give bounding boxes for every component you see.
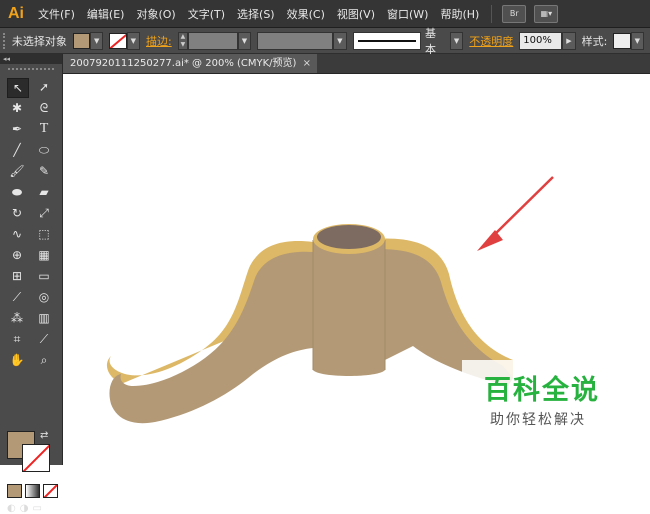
blob-brush-icon[interactable]: ⬬ bbox=[7, 183, 27, 201]
brush-profile-label: 基本 bbox=[425, 26, 437, 56]
rotate-icon[interactable]: ↻ bbox=[7, 204, 27, 222]
document-tab[interactable]: 2007920111250277.ai* @ 200% (CMYK/预览) × bbox=[62, 54, 317, 73]
swap-colors-icon[interactable]: ⇄ bbox=[40, 430, 48, 441]
menu-bar: Ai 文件(F) 编辑(E) 对象(O) 文字(T) 选择(S) 效果(C) 视… bbox=[0, 0, 650, 28]
panel-collapse-icon[interactable]: ◂◂ bbox=[0, 54, 62, 64]
style-label: 样式: bbox=[581, 34, 608, 48]
selection-status: 未选择对象 bbox=[11, 34, 67, 48]
stroke-label[interactable]: 描边: bbox=[146, 33, 172, 49]
menu-edit[interactable]: 编辑(E) bbox=[81, 6, 131, 22]
cylinder-body bbox=[313, 239, 385, 376]
scale-icon[interactable]: ⤢ bbox=[34, 204, 54, 222]
lasso-icon[interactable]: ᘓ bbox=[34, 99, 54, 117]
type-icon[interactable]: T bbox=[34, 120, 54, 138]
pen-icon[interactable]: ✒ bbox=[7, 120, 27, 138]
slice-icon[interactable]: ⟋ bbox=[34, 330, 54, 348]
screen-mode-icon[interactable]: ▭ bbox=[32, 503, 41, 514]
warp-icon[interactable]: ∿ bbox=[7, 225, 27, 243]
shape-builder-icon[interactable]: ⊕ bbox=[7, 246, 27, 264]
stroke-weight-stepper[interactable]: ▲ ▼ bbox=[177, 31, 189, 50]
bridge-button[interactable]: Br bbox=[502, 4, 527, 23]
gradient-icon[interactable]: ▭ bbox=[34, 267, 54, 285]
close-icon[interactable]: × bbox=[303, 54, 311, 73]
panel-grip[interactable] bbox=[8, 68, 54, 76]
watermark-subtitle: 助你轻松解决 bbox=[490, 412, 586, 428]
perspective-icon[interactable]: ▦ bbox=[34, 246, 54, 264]
line-icon[interactable]: ╱ bbox=[7, 141, 27, 159]
magic-wand-icon[interactable]: ✱ bbox=[7, 99, 27, 117]
control-bar: 未选择对象 ▼ ▼ 描边: ▲ ▼ ▼ ▼ 基本 ▼ 不透明度 100% ▶ 样式… bbox=[0, 26, 650, 56]
blend-icon[interactable]: ◎ bbox=[34, 288, 54, 306]
variable-width-dropdown[interactable]: ▼ bbox=[333, 31, 347, 50]
draw-mode-row: ◐ ◑ ▭ bbox=[7, 503, 42, 514]
app-logo: Ai bbox=[8, 4, 24, 22]
fill-dropdown[interactable]: ▼ bbox=[90, 31, 104, 50]
stroke-color-box[interactable] bbox=[22, 444, 50, 472]
menu-effect[interactable]: 效果(C) bbox=[281, 6, 331, 22]
pencil-icon[interactable]: ✎ bbox=[34, 162, 54, 180]
left-wing bbox=[109, 251, 313, 424]
symbol-sprayer-icon[interactable]: ⁂ bbox=[7, 309, 27, 327]
opacity-label[interactable]: 不透明度 bbox=[469, 33, 513, 49]
brush-definition-preview[interactable] bbox=[352, 31, 422, 50]
menu-object[interactable]: 对象(O) bbox=[130, 6, 181, 22]
color-mode-row bbox=[7, 484, 58, 498]
cylinder-cap bbox=[317, 225, 381, 249]
menu-view[interactable]: 视图(V) bbox=[331, 6, 381, 22]
watermark: 百科全说 助你轻松解决 bbox=[462, 360, 627, 440]
menu-divider bbox=[491, 4, 493, 23]
gradient-mode-icon[interactable] bbox=[25, 484, 40, 498]
draw-behind-icon[interactable]: ◑ bbox=[20, 503, 29, 514]
menu-file[interactable]: 文件(F) bbox=[32, 6, 81, 22]
hand-icon[interactable]: ✋ bbox=[7, 351, 27, 369]
graphic-style-swatch[interactable] bbox=[613, 32, 631, 49]
menu-select[interactable]: 选择(S) bbox=[231, 6, 281, 22]
ellipse-icon[interactable]: ⬭ bbox=[34, 141, 54, 159]
column-graph-icon[interactable]: ▥ bbox=[34, 309, 54, 327]
draw-normal-icon[interactable]: ◐ bbox=[7, 503, 16, 514]
arrange-documents-button[interactable]: ▦▾ bbox=[534, 4, 559, 23]
eyedropper-icon[interactable]: ⟋ bbox=[7, 288, 27, 306]
watermark-title: 百科全说 bbox=[484, 375, 600, 406]
opacity-dropdown[interactable]: ▶ bbox=[562, 31, 576, 50]
menu-help[interactable]: 帮助(H) bbox=[434, 6, 485, 22]
tools-panel: ◂◂ ↖ ➚ ✱ ᘓ ✒ T ╱ ⬭ 🖌 ✎ ⬬ ▰ ↻ ⤢ ∿ ⬚ ⊕ ▦ ⊞… bbox=[0, 54, 63, 514]
eraser-icon[interactable]: ▰ bbox=[34, 183, 54, 201]
menu-window[interactable]: 窗口(W) bbox=[381, 6, 434, 22]
fill-color-swatch[interactable] bbox=[72, 32, 91, 49]
opacity-input[interactable]: 100% bbox=[519, 31, 563, 50]
annotation-arrow-head bbox=[477, 230, 503, 251]
stroke-dropdown[interactable]: ▼ bbox=[126, 31, 140, 50]
free-transform-icon[interactable]: ⬚ bbox=[34, 225, 54, 243]
direct-selection-icon[interactable]: ➚ bbox=[34, 78, 54, 96]
graphic-style-dropdown[interactable]: ▼ bbox=[630, 31, 644, 50]
variable-width-field[interactable] bbox=[257, 31, 334, 50]
artboard-icon[interactable]: ⌗ bbox=[7, 330, 27, 348]
mesh-icon[interactable]: ⊞ bbox=[7, 267, 27, 285]
none-mode-icon[interactable] bbox=[43, 484, 58, 498]
paintbrush-icon[interactable]: 🖌 bbox=[7, 162, 27, 180]
stroke-color-swatch[interactable] bbox=[109, 32, 127, 49]
color-mode-icon[interactable] bbox=[7, 484, 22, 498]
annotation-arrow-shaft bbox=[490, 176, 554, 239]
selection-icon[interactable]: ↖ bbox=[7, 78, 29, 98]
stroke-weight-dropdown[interactable]: ▼ bbox=[237, 31, 252, 50]
control-bar-grip[interactable] bbox=[3, 32, 8, 49]
document-tab-title: 2007920111250277.ai* @ 200% (CMYK/预览) bbox=[70, 58, 297, 69]
zoom-icon[interactable]: ⌕ bbox=[34, 351, 54, 369]
document-tab-bar: 2007920111250277.ai* @ 200% (CMYK/预览) × bbox=[62, 54, 650, 74]
brush-profile-dropdown[interactable]: ▼ bbox=[449, 31, 464, 50]
menu-type[interactable]: 文字(T) bbox=[182, 6, 231, 22]
stroke-weight-field[interactable] bbox=[188, 31, 238, 50]
